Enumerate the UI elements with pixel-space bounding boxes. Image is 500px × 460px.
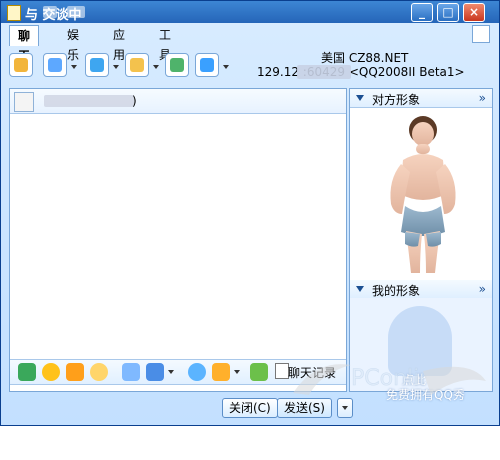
- tab-tools[interactable]: 工具: [151, 25, 179, 62]
- qq-chat-window: 与 交谈中 _ □ × 聊天 娱乐 应用 工具 美国 CZ88.NET 129.…: [0, 0, 500, 426]
- qq-show-figure: [390, 116, 456, 273]
- sticker-icon[interactable]: [66, 363, 84, 381]
- collapse-arrow-icon[interactable]: [356, 95, 364, 101]
- chat-area: ) 聊天记录: [9, 88, 347, 392]
- collapse-arrow-icon[interactable]: [356, 286, 364, 292]
- my-avatar-header: 我的形象 »: [350, 280, 492, 299]
- peer-ip-client: 129.12 :60429 <QQ2008II Beta1>: [257, 65, 465, 79]
- ip-redaction: [297, 65, 351, 79]
- gift-dropdown-caret[interactable]: [234, 370, 240, 374]
- watermark: PConline: [281, 351, 491, 421]
- tab-label: 应用: [113, 28, 126, 62]
- title-redaction: [43, 6, 57, 18]
- tab-apps[interactable]: 应用: [105, 25, 133, 62]
- note-icon: [7, 5, 21, 21]
- animated-emoji-icon[interactable]: [90, 363, 108, 381]
- send-image-icon[interactable]: [125, 53, 149, 77]
- chat-dropdown-caret[interactable]: [223, 65, 229, 69]
- screen-share-icon[interactable]: [122, 363, 140, 381]
- screenshot-icon[interactable]: [146, 363, 164, 381]
- avatar[interactable]: [14, 92, 34, 112]
- peer-location: 美国 CZ88.NET: [321, 51, 409, 65]
- message-history[interactable]: [10, 114, 346, 359]
- font-icon[interactable]: [18, 363, 36, 381]
- title-redaction: [67, 6, 85, 18]
- chat-bubble-icon[interactable]: [195, 53, 219, 77]
- screenshot-dropdown-caret[interactable]: [168, 370, 174, 374]
- peer-avatar-title: 对方形象: [372, 93, 421, 107]
- close-chat-button[interactable]: 关闭(C): [222, 398, 278, 418]
- peer-avatar-header: 对方形象 »: [350, 89, 492, 108]
- peer-header: ): [10, 89, 346, 114]
- music-icon[interactable]: [188, 363, 206, 381]
- peer-name-suffix: ): [132, 94, 137, 108]
- emoji-icon[interactable]: [42, 363, 60, 381]
- image-dropdown-caret[interactable]: [153, 65, 159, 69]
- video-camera-icon[interactable]: [43, 53, 67, 77]
- minimize-button[interactable]: _: [411, 3, 433, 22]
- profile-icon[interactable]: [9, 53, 33, 77]
- collapse-panel-icon[interactable]: »: [479, 282, 486, 296]
- tab-label: 娱乐: [67, 28, 80, 62]
- title-bar: 与 交谈中 _ □ ×: [1, 1, 499, 23]
- camera-dropdown-caret[interactable]: [71, 65, 77, 69]
- peer-name: ): [36, 94, 137, 108]
- avatar-panel: 对方形象 » 我的形象 » 点此 免费拥有QQ秀: [349, 88, 493, 402]
- whiteboard-dropdown-caret[interactable]: [113, 65, 119, 69]
- gift-icon[interactable]: [212, 363, 230, 381]
- collapse-panel-icon[interactable]: »: [479, 91, 486, 105]
- whiteboard-icon[interactable]: [85, 53, 109, 77]
- tab-chat[interactable]: 聊天: [9, 25, 40, 63]
- panel-toggle-icon[interactable]: [472, 25, 490, 43]
- watermark-logo-icon: PConline: [293, 364, 486, 395]
- my-avatar-title: 我的形象: [372, 284, 421, 298]
- game-icon[interactable]: [250, 363, 268, 381]
- peer-avatar-image[interactable]: [350, 108, 492, 278]
- maximize-button[interactable]: □: [437, 3, 459, 22]
- close-button[interactable]: ×: [463, 3, 485, 22]
- tab-entertainment[interactable]: 娱乐: [59, 25, 87, 62]
- add-contact-icon[interactable]: [165, 53, 189, 77]
